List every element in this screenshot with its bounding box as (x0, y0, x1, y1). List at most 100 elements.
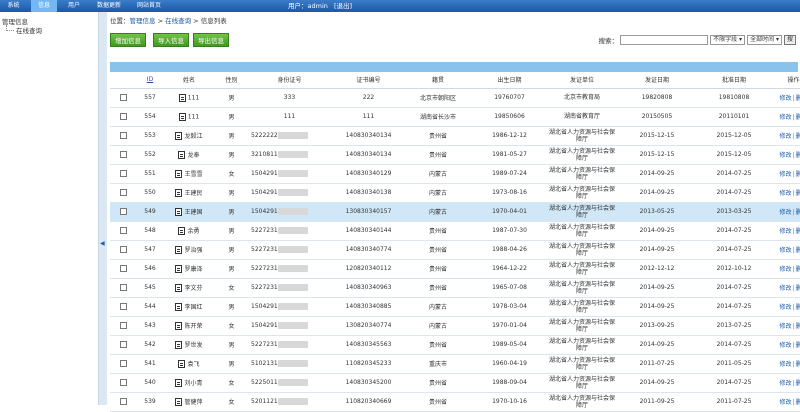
cell-name: 余勇 (163, 221, 215, 241)
cell-actions: 修改|删除 (769, 240, 800, 260)
row-checkbox[interactable] (120, 360, 127, 367)
table-row[interactable]: 554 111 男 111 111 湖南省长沙市 19850606 湖南省教育厅 2015050… (110, 107, 800, 127)
edit-link[interactable]: 修改 (779, 380, 791, 387)
nav-tab-info[interactable]: 信息 (31, 0, 57, 12)
document-icon (175, 189, 183, 198)
sidebar-item-online-query[interactable]: 在线查询 (6, 25, 42, 35)
row-checkbox[interactable] (120, 303, 127, 310)
delete-link[interactable]: 删除 (796, 247, 800, 254)
table-row[interactable]: 544 李国红 男 1504291 140830340885 内蒙古 1978-03-04 湖… (110, 297, 800, 317)
edit-link[interactable]: 修改 (779, 133, 791, 140)
delete-link[interactable]: 删除 (796, 133, 800, 140)
breadcrumb-item[interactable]: 在线查询 (165, 17, 191, 25)
edit-link[interactable]: 修改 (779, 190, 791, 197)
row-checkbox[interactable] (120, 265, 127, 272)
cell-name: 李文芬 (163, 278, 215, 298)
row-checkbox[interactable] (120, 189, 127, 196)
nav-tab-website-home[interactable]: 网站首页 (131, 0, 167, 12)
nav-tab-users[interactable]: 用户 (61, 0, 87, 12)
delete-link[interactable]: 删除 (796, 380, 800, 387)
table-row[interactable]: 539 管健萍女 5201121 110820340669 贵州省 1970-10-16 湖… (110, 392, 800, 412)
row-checkbox[interactable] (120, 341, 127, 348)
table-row[interactable]: 549 王建国 男 1504291 130830340157 内蒙古 1970-04-01 湖… (110, 202, 800, 222)
table-row[interactable]: 551 王雪雪 女 1504291 140830340129 内蒙古 1989-07-24 湖… (110, 164, 800, 184)
table-row[interactable]: 546 罗康泽 男 5227231 120820340112 贵州省 1964-12-22 湖… (110, 259, 800, 279)
edit-link[interactable]: 修改 (779, 171, 791, 178)
table-row[interactable]: 553 龙毅江 男 5222222 140830340134 贵州省 1986-12-12 湖… (110, 126, 800, 146)
table-row[interactable]: 548 余勇 男 5227231 140830340144 贵州省 1987-07-30 湖北… (110, 221, 800, 241)
table-row[interactable]: 547 罗治强 男 5227231 140830340774 贵州省 1988-04-26 湖… (110, 240, 800, 260)
nav-tab-system[interactable]: 系统 (0, 0, 27, 12)
logout-link[interactable]: [退出] (334, 2, 352, 10)
table-row[interactable]: 545 李文芬 女 5227231 140830340963 贵州省 1965-07-08 湖… (110, 278, 800, 298)
edit-link[interactable]: 修改 (779, 361, 791, 368)
table-row[interactable]: 543 陈开荣 女 1504291 130820340774 内蒙古 1970-01-04 湖… (110, 316, 800, 336)
delete-link[interactable]: 删除 (796, 95, 800, 102)
add-info-button[interactable]: 增加信息 (110, 33, 146, 47)
delete-link[interactable]: 删除 (796, 190, 800, 197)
delete-link[interactable]: 删除 (796, 114, 800, 121)
table-row[interactable]: 540 刘小青 女 5225011 140830345200 贵州省 1988-09-04 湖… (110, 373, 800, 393)
search-input[interactable] (620, 35, 709, 45)
row-checkbox[interactable] (120, 379, 127, 386)
row-checkbox[interactable] (120, 398, 127, 405)
row-checkbox[interactable] (120, 132, 127, 139)
row-checkbox[interactable] (120, 284, 127, 291)
cell-id: 552 (137, 145, 163, 165)
action-separator: | (792, 266, 795, 273)
row-checkbox[interactable] (120, 151, 127, 158)
import-info-button[interactable]: 导入信息 (153, 33, 189, 47)
cell-cert: 140830340774 (331, 240, 406, 260)
column-header-id[interactable]: ID (137, 72, 163, 89)
edit-link[interactable]: 修改 (779, 323, 791, 330)
table-row[interactable]: 550 王建民 男 1504291 140830340138 内蒙古 1973-08-16 湖… (110, 183, 800, 203)
delete-link[interactable]: 删除 (796, 285, 800, 292)
row-checkbox[interactable] (120, 208, 127, 215)
time-select[interactable]: 全部时间 ▾ (747, 35, 782, 45)
delete-link[interactable]: 删除 (796, 209, 800, 216)
table-row[interactable]: 541 袁飞 男 5102131 110820345233 重庆市 1960-04-19 湖北… (110, 354, 800, 374)
delete-link[interactable]: 删除 (796, 171, 800, 178)
sidebar-item-label: 在线查询 (16, 27, 42, 35)
row-checkbox[interactable] (120, 227, 127, 234)
row-checkbox[interactable] (120, 94, 127, 101)
cell-cert: 140830340963 (331, 278, 406, 298)
field-select[interactable]: 不限字段 ▾ (710, 35, 746, 45)
breadcrumb-item[interactable]: 管理信息 (130, 17, 156, 25)
edit-link[interactable]: 修改 (779, 228, 791, 235)
row-checkbox[interactable] (120, 246, 127, 253)
search-button[interactable]: 搜 (784, 35, 796, 45)
delete-link[interactable]: 删除 (796, 304, 800, 311)
delete-link[interactable]: 删除 (796, 228, 800, 235)
action-separator: | (792, 95, 795, 102)
edit-link[interactable]: 修改 (779, 209, 791, 216)
cell-gender: 男 (215, 202, 248, 222)
edit-link[interactable]: 修改 (779, 342, 791, 349)
edit-link[interactable]: 修改 (779, 95, 791, 102)
row-checkbox[interactable] (120, 322, 127, 329)
delete-link[interactable]: 删除 (796, 361, 800, 368)
table-row[interactable]: 557 111 男 333 222 北京市朝阳区 19760707 北京市教育局 1982080… (110, 88, 800, 108)
document-icon (175, 284, 183, 293)
row-checkbox[interactable] (120, 170, 127, 177)
edit-link[interactable]: 修改 (779, 304, 791, 311)
edit-link[interactable]: 修改 (779, 152, 791, 159)
delete-link[interactable]: 删除 (796, 323, 800, 330)
edit-link[interactable]: 修改 (779, 114, 791, 121)
cell-select (110, 183, 137, 203)
nav-tab-data-update[interactable]: 数据更新 (91, 0, 127, 12)
edit-link[interactable]: 修改 (779, 285, 791, 292)
table-row[interactable]: 542 罗世发 男 5227231 140830345563 贵州省 1989-05-04 湖… (110, 335, 800, 355)
sidebar-splitter[interactable]: ◀ (99, 12, 107, 405)
delete-link[interactable]: 删除 (796, 152, 800, 159)
edit-link[interactable]: 修改 (779, 266, 791, 273)
cell-origin: 湖南省长沙市 (406, 107, 470, 127)
table-row[interactable]: 552 龙奉 男 3210811 140830340134 贵州省 1981-05-27 湖北… (110, 145, 800, 165)
delete-link[interactable]: 删除 (796, 266, 800, 273)
edit-link[interactable]: 修改 (779, 247, 791, 254)
delete-link[interactable]: 删除 (796, 342, 800, 349)
export-info-button[interactable]: 导出信息 (193, 33, 229, 47)
collapse-arrow-icon[interactable]: ◀ (100, 240, 105, 247)
row-checkbox[interactable] (120, 113, 127, 120)
cell-actions: 修改|删除 (769, 297, 800, 317)
